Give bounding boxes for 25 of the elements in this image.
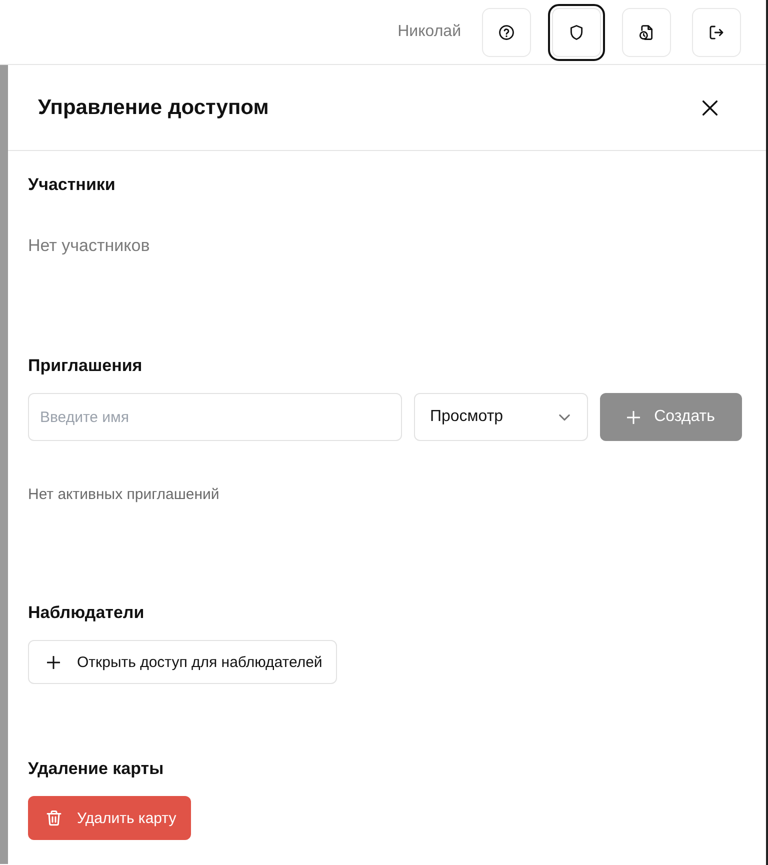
role-select[interactable]: Просмотр bbox=[414, 393, 588, 441]
help-icon bbox=[498, 24, 515, 40]
file-clock-icon bbox=[638, 24, 655, 40]
user-name: Николай bbox=[398, 23, 461, 41]
plus-icon bbox=[47, 656, 60, 668]
plus-icon bbox=[627, 410, 640, 424]
section-heading: Участники bbox=[28, 174, 116, 196]
close-button[interactable] bbox=[702, 100, 718, 116]
panel-title: Управление доступом bbox=[38, 96, 269, 120]
file-clock-button[interactable] bbox=[622, 8, 671, 56]
close-icon bbox=[702, 100, 718, 116]
share-observers-button[interactable]: Открыть доступ для наблюдателей bbox=[28, 640, 338, 684]
empty-message: Нет участников bbox=[28, 235, 150, 257]
section-heading: Приглашения bbox=[28, 355, 142, 377]
section-heading: Наблюдатели bbox=[28, 602, 144, 624]
shield-icon bbox=[568, 24, 585, 40]
name-input-field[interactable]: Введите имя bbox=[28, 393, 402, 441]
logout-button[interactable] bbox=[692, 8, 741, 56]
section-heading: Удаление карты bbox=[28, 758, 164, 780]
trash-icon bbox=[46, 810, 62, 826]
delete-map-button[interactable]: Удалить карту bbox=[28, 796, 192, 840]
logout-icon bbox=[708, 24, 725, 40]
empty-message: Нет активных приглашений bbox=[28, 485, 220, 505]
shield-button[interactable] bbox=[548, 4, 605, 60]
help-button[interactable] bbox=[482, 8, 531, 56]
